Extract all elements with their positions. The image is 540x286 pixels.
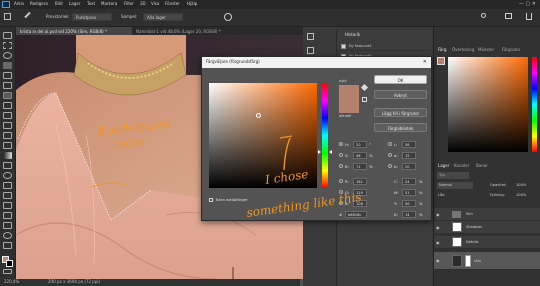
annotation-overlay xyxy=(279,135,293,171)
annotation-arrow-chose xyxy=(283,137,291,171)
